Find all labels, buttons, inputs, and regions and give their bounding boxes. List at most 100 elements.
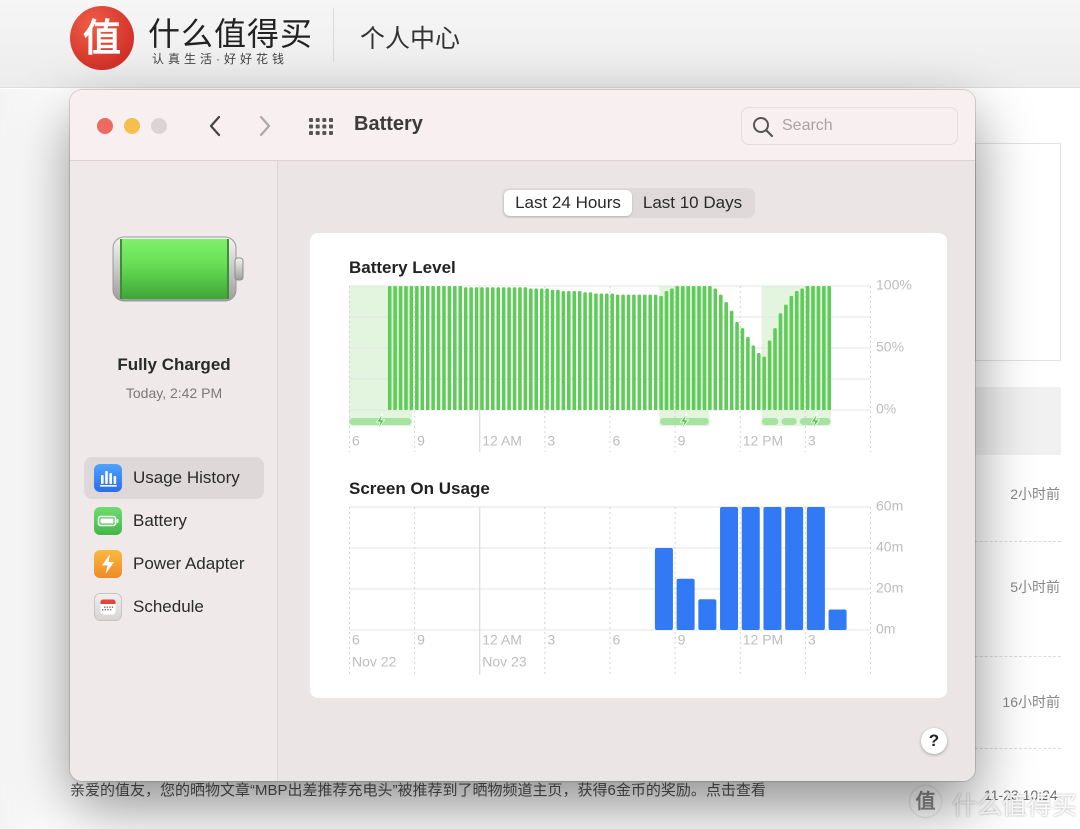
sidebar-item-power-adapter[interactable]: Power Adapter <box>84 543 264 585</box>
main-content: Last 24 Hours Last 10 Days Battery Level… <box>278 161 975 781</box>
sidebar-item-schedule[interactable]: Schedule <box>84 586 264 628</box>
y-axis-label: 100% <box>876 277 912 293</box>
battery-level-bar <box>550 289 555 410</box>
battery-level-bar <box>794 290 799 410</box>
charging-indicator-bar <box>761 418 779 425</box>
battery-level-chart: 100% 50% 0% 6 9 12 AM 3 6 9 12 PM 3 <box>349 277 912 452</box>
battery-level-bar <box>577 290 582 410</box>
battery-level-bar <box>811 286 815 410</box>
battery-level-bar <box>675 286 680 410</box>
screen-usage-bar <box>741 507 760 630</box>
forward-button[interactable] <box>251 112 279 140</box>
x-axis-label: 3 <box>808 433 816 449</box>
screen-usage-bar <box>763 507 782 630</box>
battery-level-bar <box>648 294 652 410</box>
y-axis-label: 20m <box>876 580 903 596</box>
battery-level-bar <box>387 286 392 410</box>
usage-history-icon <box>94 464 122 492</box>
y-axis-label: 0% <box>876 401 896 417</box>
x-axis-label: 3 <box>547 433 555 449</box>
battery-level-bar <box>556 289 560 410</box>
battery-level-bar <box>626 294 631 410</box>
battery-level-bar <box>431 286 435 410</box>
site-logo[interactable]: 值 <box>70 6 134 70</box>
battery-level-bar <box>702 286 707 410</box>
site-slogan: 认真生活·好好花钱 <box>152 52 288 66</box>
battery-level-bar <box>442 286 446 410</box>
battery-level-bar <box>572 290 577 410</box>
battery-level-bar <box>762 356 766 410</box>
notice-text[interactable]: 亲爱的值友，您的晒物文章“MBP出差推荐充电头”被推荐到了晒物频道主页，获得6金… <box>70 779 766 800</box>
sidebar-item-label: Power Adapter <box>133 554 245 573</box>
show-all-grid-icon <box>309 117 333 135</box>
site-name[interactable]: 什么值得买 <box>148 9 313 55</box>
message-time: 16小时前 <box>1002 694 1060 710</box>
search-input[interactable] <box>782 108 952 144</box>
screen-usage-bar <box>654 548 673 630</box>
x-axis-label: 9 <box>678 632 686 648</box>
battery-level-bar <box>404 286 408 410</box>
search-field[interactable] <box>741 107 958 145</box>
screen-usage-bar <box>720 507 739 630</box>
x-axis-label: 3 <box>808 632 816 648</box>
y-axis-label: 60m <box>876 498 903 514</box>
background-panel <box>975 143 1061 361</box>
chevron-left-icon <box>209 115 221 137</box>
battery-icon <box>94 507 122 535</box>
battery-level-bar <box>767 340 772 410</box>
x-axis-label: 6 <box>613 632 621 648</box>
message-time: 2小时前 <box>1010 486 1060 502</box>
battery-level-bar <box>637 294 642 410</box>
screen-on-usage-chart: 60m 40m 20m 0m 6 9 12 AM 3 6 9 12 PM 3 Nov 22 Nov 23 <box>349 498 903 675</box>
battery-level-bar <box>615 294 620 410</box>
date-label: Nov 23 <box>482 654 527 670</box>
message-divider <box>975 541 1061 542</box>
battery-level-bar <box>773 328 777 410</box>
battery-level-bar <box>604 293 609 410</box>
show-all-button[interactable] <box>307 114 335 138</box>
y-axis-label: 50% <box>876 339 904 355</box>
battery-level-bar <box>724 302 728 410</box>
battery-level-bar <box>621 294 625 410</box>
message-divider <box>975 748 1061 749</box>
help-button[interactable]: ? <box>921 728 947 754</box>
close-button[interactable] <box>97 118 113 134</box>
watermark-logo: 值 <box>910 786 941 817</box>
battery-level-bar <box>708 286 712 410</box>
x-axis-label: 12 PM <box>743 433 783 449</box>
x-axis-label: 12 PM <box>743 632 783 648</box>
tab-last-24-hours[interactable]: Last 24 Hours <box>504 190 632 216</box>
battery-level-bar <box>409 286 414 410</box>
battery-level-bar <box>691 286 696 410</box>
battery-status-time: Today, 2:42 PM <box>125 385 223 401</box>
screen-usage-bar <box>806 507 825 630</box>
zoom-button[interactable] <box>151 118 167 134</box>
background-tab-bar <box>975 387 1061 455</box>
battery-level-bar <box>816 286 821 410</box>
back-button[interactable] <box>201 112 229 140</box>
battery-level-bar <box>447 286 452 410</box>
sidebar-item-battery[interactable]: Battery <box>84 500 264 542</box>
y-axis-label: 40m <box>876 539 903 555</box>
minimize-button[interactable] <box>124 118 140 134</box>
battery-level-bar <box>545 288 549 410</box>
x-axis-label: 6 <box>352 632 360 648</box>
battery-level-bar <box>789 295 794 410</box>
battery-level-bar <box>583 292 587 410</box>
charging-indicator-bar <box>781 418 797 425</box>
screen-usage-bar <box>785 507 804 630</box>
battery-level-bar <box>539 288 544 410</box>
battery-level-bar <box>512 287 517 410</box>
sidebar-item-usage-history[interactable]: Usage History <box>84 457 264 499</box>
usage-charts: 100% 50% 0% 6 9 12 AM 3 6 9 12 PM 3 60m 40m 20m 0m 6 9 12… <box>349 277 912 675</box>
section-title: 个人中心 <box>360 25 461 53</box>
battery-level-bar <box>680 286 685 410</box>
battery-level-bar <box>523 287 528 410</box>
battery-level-bar <box>453 286 457 410</box>
site-header: 值 什么值得买 认真生活·好好花钱 个人中心 <box>0 0 1080 88</box>
battery-level-bar <box>800 288 804 410</box>
screen-usage-bar <box>828 609 847 630</box>
time-range-segmented-control: Last 24 Hours Last 10 Days <box>502 188 755 218</box>
tab-last-10-days[interactable]: Last 10 Days <box>632 190 753 216</box>
screen-usage-bar <box>698 599 717 630</box>
